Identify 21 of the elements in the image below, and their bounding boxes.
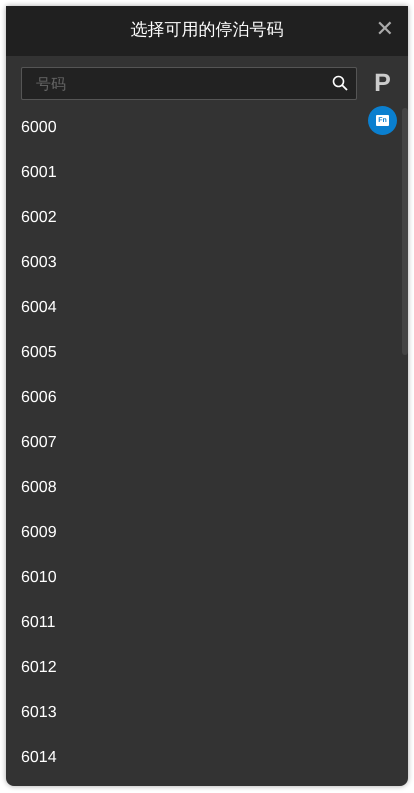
number-item[interactable]: 6012 xyxy=(21,643,57,688)
number-item[interactable]: 6006 xyxy=(21,373,57,418)
number-item[interactable]: 6007 xyxy=(21,418,57,463)
number-item[interactable]: 6005 xyxy=(21,328,57,373)
number-item[interactable]: 6001 xyxy=(21,148,57,193)
number-item[interactable]: 6003 xyxy=(21,238,57,283)
close-button[interactable]: ✕ xyxy=(376,18,394,40)
number-item[interactable]: 6011 xyxy=(21,598,56,643)
number-item[interactable]: 6013 xyxy=(21,688,57,733)
number-item[interactable]: 6008 xyxy=(21,463,57,508)
number-item[interactable]: 6000 xyxy=(21,103,57,148)
search-field[interactable]: 号码 xyxy=(21,67,357,100)
dialog-title: 选择可用的停泊号码 xyxy=(130,19,284,42)
number-item[interactable]: 6009 xyxy=(21,508,57,553)
number-item[interactable]: 6004 xyxy=(21,283,57,328)
number-item[interactable]: 6010 xyxy=(21,553,57,598)
scrollbar-thumb[interactable] xyxy=(402,108,408,355)
number-item[interactable]: 6014 xyxy=(21,733,57,778)
search-icon xyxy=(332,75,348,91)
number-item[interactable]: 6002 xyxy=(21,193,57,238)
index-letter[interactable]: P xyxy=(374,68,391,98)
